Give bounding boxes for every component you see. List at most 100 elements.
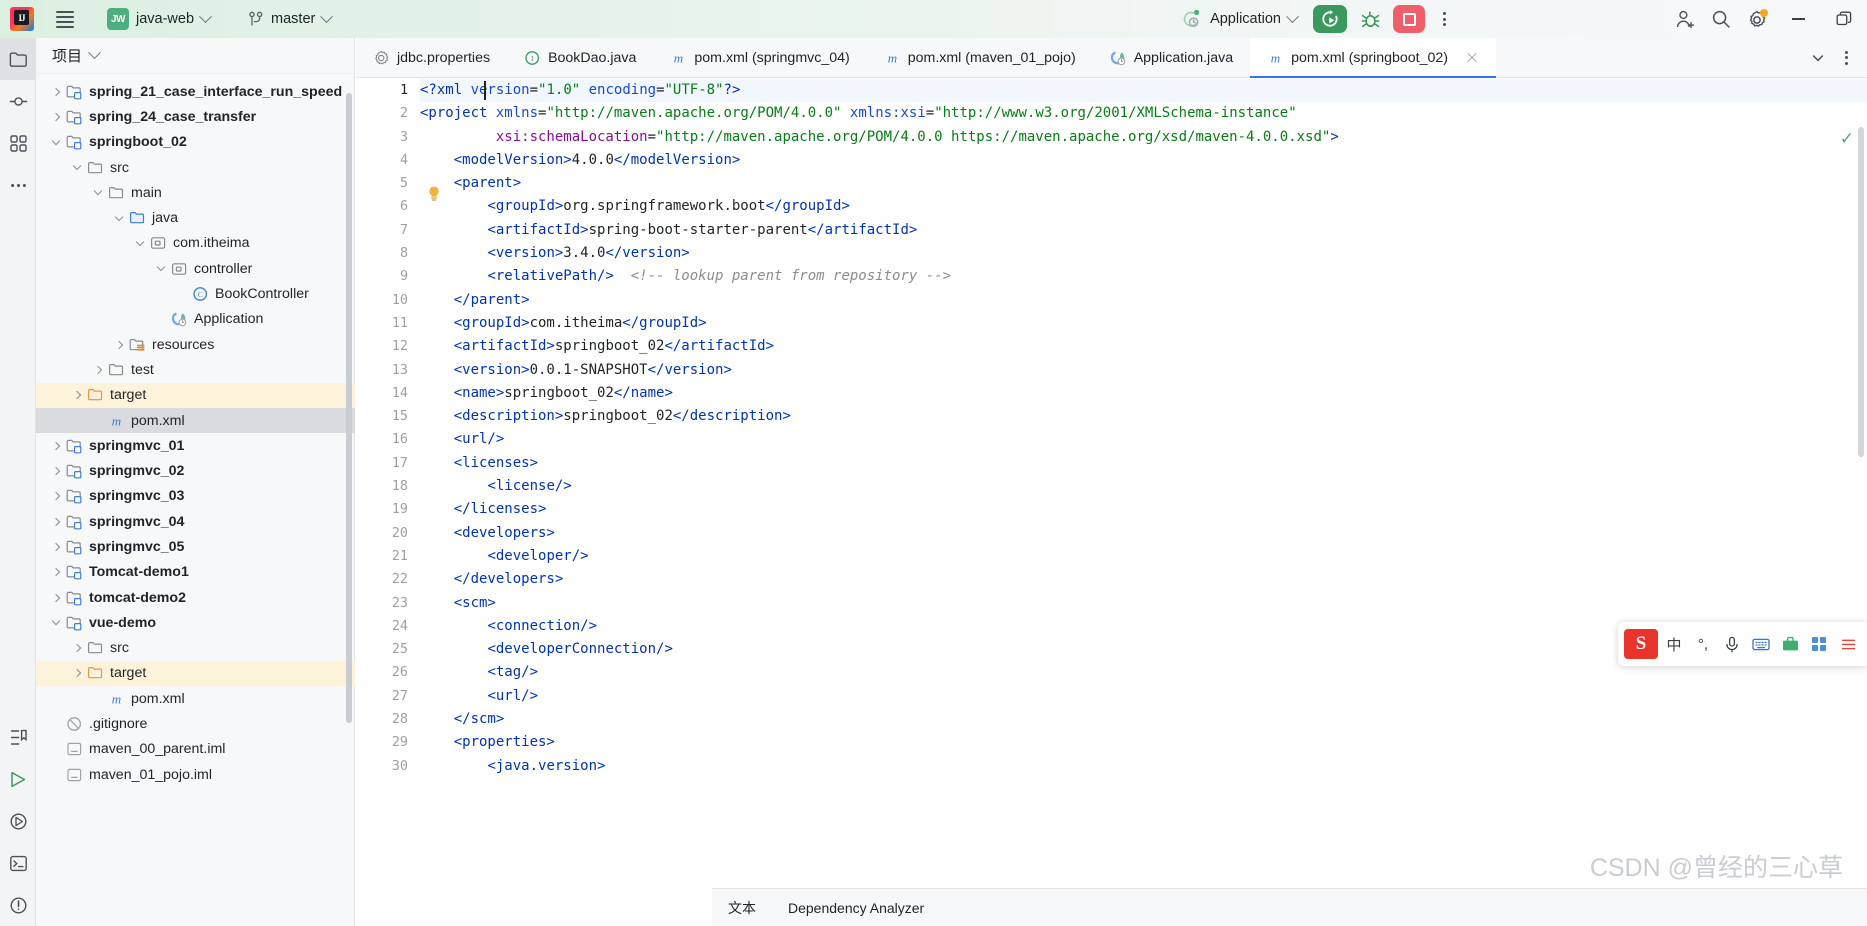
dependency-analyzer-button[interactable]: Dependency Analyzer (772, 900, 940, 916)
tree-item-maven-01-pojo-iml[interactable]: maven_01_pojo.iml (36, 762, 355, 787)
editor-tab-application-java[interactable]: Application.java (1093, 38, 1250, 77)
gear-icon[interactable] (1739, 4, 1775, 34)
tab-options-icon[interactable] (1833, 38, 1859, 78)
ime-menu-icon[interactable] (1835, 627, 1861, 661)
editor-tab-pom-xml-springboot-02-[interactable]: m pom.xml (springboot_02) (1250, 38, 1496, 78)
line-number[interactable]: 29 (356, 731, 420, 754)
tree-item-springmvc-02[interactable]: springmvc_02 (36, 458, 355, 483)
line-number[interactable]: 23 (356, 592, 420, 615)
editor-tab-jdbc-properties[interactable]: jdbc.properties (356, 38, 507, 77)
tree-item-springmvc-01[interactable]: springmvc_01 (36, 433, 355, 458)
code-line[interactable]: <name>springboot_02</name> (420, 382, 1867, 405)
tree-item-target[interactable]: target (36, 382, 355, 408)
tree-item-spring-24-case-transfer[interactable]: spring_24_case_transfer (36, 104, 355, 129)
line-number[interactable]: 26 (356, 661, 420, 684)
tree-item-maven-00-parent-iml[interactable]: maven_00_parent.iml (36, 737, 355, 762)
code-content[interactable]: <?xml version="1.0" encoding="UTF-8"?> <p… (420, 79, 1867, 887)
ime-punctuation-toggle[interactable]: °, (1690, 627, 1716, 661)
code-line[interactable]: <url/> (420, 685, 1867, 708)
code-line[interactable]: <version>3.4.0</version> (420, 242, 1867, 265)
line-number[interactable]: 8 (356, 242, 420, 265)
chevron-down-icon[interactable] (48, 134, 64, 150)
line-number[interactable]: 11 (356, 312, 420, 335)
tree-item-springboot-02[interactable]: springboot_02 (36, 130, 355, 155)
minimize-button[interactable] (1775, 0, 1821, 38)
tree-item-pom-xml[interactable]: m pom.xml (36, 686, 355, 711)
line-number[interactable]: 3 (356, 126, 420, 149)
maximize-button[interactable] (1821, 0, 1867, 38)
tree-item-bookcontroller[interactable]: C BookController (36, 281, 355, 306)
toolbox-icon[interactable] (1777, 627, 1803, 661)
tree-item-application[interactable]: Application (36, 307, 355, 332)
chevron-right-icon[interactable] (48, 109, 64, 125)
debug-button[interactable] (1355, 5, 1385, 33)
line-number[interactable]: 7 (356, 219, 420, 242)
chevron-right-icon[interactable] (48, 514, 64, 530)
chevron-right-icon[interactable] (48, 488, 64, 504)
tree-item-pom-xml[interactable]: m pom.xml (36, 407, 355, 434)
line-number[interactable]: 12 (356, 335, 420, 358)
code-line[interactable]: <project xmlns="http://maven.apache.org/… (420, 102, 1867, 125)
chevron-right-icon[interactable] (48, 564, 64, 580)
sidebar-item-structure[interactable] (0, 122, 36, 164)
line-number[interactable]: 30 (356, 755, 420, 778)
line-number[interactable]: 24 (356, 615, 420, 638)
line-number[interactable]: 9 (356, 265, 420, 288)
code-line[interactable]: <modelVersion>4.0.0</modelVersion> (420, 149, 1867, 172)
code-line[interactable]: </developers> (420, 568, 1867, 591)
chevron-right-icon[interactable] (111, 337, 127, 353)
chevron-down-icon[interactable] (88, 46, 101, 60)
tree-item-tomcat-demo2[interactable]: tomcat-demo2 (36, 585, 355, 610)
line-number[interactable]: 28 (356, 708, 420, 731)
vcs-branch-selector[interactable]: master (241, 8, 338, 31)
chevron-right-icon[interactable] (48, 84, 64, 100)
stop-button[interactable] (1393, 5, 1425, 33)
chevron-down-icon[interactable] (132, 235, 148, 251)
code-editor[interactable]: 1 2 3 4 5 6 7 8 9 10 11 12 13 14 15 16 17 18 19 20 21 22 23 24 2… (356, 79, 1867, 887)
chevron-down-icon[interactable] (111, 210, 127, 226)
sidebar-item-bookmarks[interactable] (0, 716, 36, 758)
line-number[interactable]: 25 (356, 638, 420, 661)
sidebar-item-run[interactable] (0, 758, 36, 800)
tree-item--gitignore[interactable]: .gitignore (36, 711, 355, 736)
code-line[interactable]: <developer/> (420, 545, 1867, 568)
code-line[interactable]: <url/> (420, 428, 1867, 451)
chevron-right-icon[interactable] (48, 463, 64, 479)
tree-item-com-itheima[interactable]: com.itheima (36, 231, 355, 256)
code-line[interactable]: <licenses> (420, 452, 1867, 475)
tree-item-resources[interactable]: resources (36, 332, 355, 357)
tree-item-spring-21-case-interface-run-speed[interactable]: spring_21_case_interface_run_speed (36, 79, 355, 104)
code-line[interactable]: <java.version> (420, 755, 1867, 778)
chevron-right-icon[interactable] (48, 590, 64, 606)
chevron-right-icon[interactable] (69, 640, 85, 656)
tree-item-target[interactable]: target (36, 660, 355, 687)
code-line[interactable]: <artifactId>spring-boot-starter-parent</… (420, 219, 1867, 242)
line-number[interactable]: 27 (356, 685, 420, 708)
line-number[interactable]: 5 (356, 172, 420, 195)
chevron-right-icon[interactable] (90, 362, 106, 378)
ime-floating-toolbar[interactable]: S 中 °, (1618, 622, 1867, 666)
close-icon[interactable] (1465, 51, 1479, 65)
sidebar-item-project[interactable] (0, 38, 36, 80)
code-line[interactable]: <?xml version="1.0" encoding="UTF-8"?> (420, 79, 1867, 103)
line-number[interactable]: 20 (356, 522, 420, 545)
code-line[interactable]: <version>0.0.1-SNAPSHOT</version> (420, 359, 1867, 382)
line-number[interactable]: 14 (356, 382, 420, 405)
tree-item-controller[interactable]: controller (36, 256, 355, 281)
line-number[interactable]: 22 (356, 568, 420, 591)
account-icon[interactable] (1667, 4, 1703, 34)
chevron-right-icon[interactable] (69, 387, 85, 403)
tree-item-springmvc-05[interactable]: springmvc_05 (36, 534, 355, 559)
ime-language-toggle[interactable]: 中 (1661, 627, 1687, 661)
project-tree-scrollbar[interactable] (346, 93, 352, 723)
chevron-down-icon[interactable] (69, 160, 85, 176)
sogou-ime-logo-icon[interactable]: S (1624, 629, 1658, 659)
sidebar-item-terminal[interactable] (0, 842, 36, 884)
line-number[interactable]: 16 (356, 428, 420, 451)
line-number[interactable]: 15 (356, 405, 420, 428)
sidebar-item-commit[interactable] (0, 80, 36, 122)
chevron-down-icon[interactable] (48, 615, 64, 631)
inspection-status-checkmark[interactable]: ✓ (1840, 129, 1854, 149)
line-number[interactable]: 2 (356, 102, 420, 125)
code-line[interactable]: <developers> (420, 522, 1867, 545)
